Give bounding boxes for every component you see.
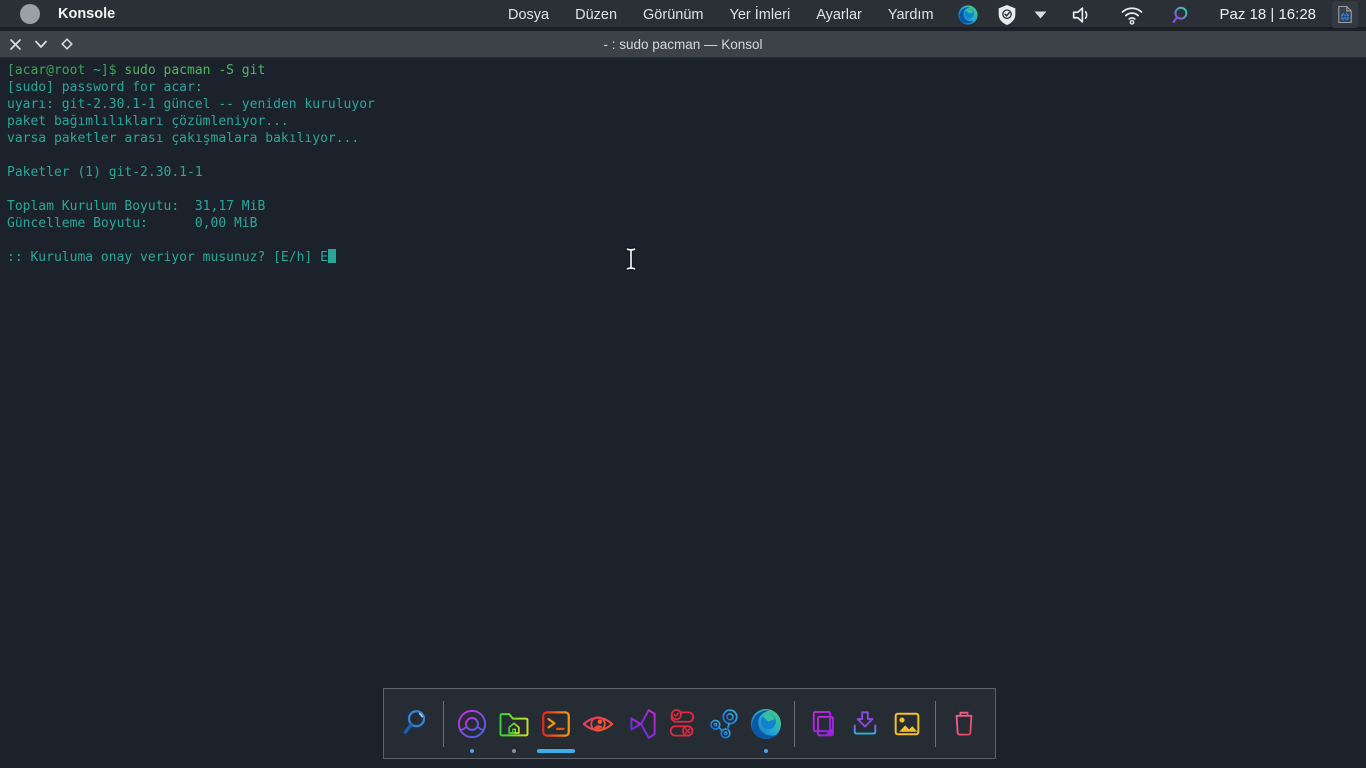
shield-check-icon (998, 4, 1015, 25)
terminal-line: Paketler (1) git-2.30.1-1 (7, 165, 203, 180)
terminal-cursor (327, 249, 336, 263)
window-titlebar: - : sudo pacman — Konsol (0, 31, 1366, 58)
running-indicator-dot (470, 748, 474, 753)
chevron-down-icon (35, 40, 47, 48)
menu-item-3[interactable]: Yer İmleri (729, 7, 790, 23)
dock-downloads[interactable] (846, 693, 884, 755)
search-magnifier-icon (1172, 6, 1187, 23)
mouse-ibeam-cursor (623, 246, 639, 272)
tray-expander[interactable] (1033, 0, 1048, 29)
terminal-line: [sudo] password for acar: (7, 80, 203, 95)
window-controls (7, 36, 75, 52)
terminal-output: [acar@root ~]$ sudo pacman -S git [sudo]… (0, 59, 1366, 266)
edge-browser-tray-icon[interactable] (957, 0, 979, 29)
terminal-line: paket bağımlılıkları çözümleniyor... (7, 114, 289, 129)
visual-studio-icon (630, 708, 656, 739)
image-icon (894, 712, 920, 735)
focused-app: Konsole (20, 3, 116, 24)
maximize-window-button[interactable] (59, 36, 75, 52)
menu-item-4[interactable]: Ayarlar (816, 7, 862, 23)
steam-icon (710, 708, 738, 739)
terminal-view[interactable]: [acar@root ~]$ sudo pacman -S git [sudo]… (0, 59, 1366, 768)
chevron-down-icon (1034, 11, 1047, 18)
terminal-line: [acar@root ~]$ sudo pacman -S git (7, 63, 266, 78)
dock-steam[interactable] (705, 693, 743, 755)
eye-icon (582, 715, 614, 732)
terminal-line: uyarı: git-2.30.1-1 güncel -- yeniden ku… (7, 97, 375, 112)
search-icon (403, 709, 426, 734)
dock-separator (935, 700, 936, 747)
dock-trash[interactable] (945, 693, 983, 755)
shade-window-button[interactable] (33, 36, 49, 52)
close-icon (9, 38, 21, 50)
diamond-icon (61, 38, 73, 50)
shield-check-tray-icon[interactable] (997, 0, 1017, 29)
dock-file-manager[interactable] (495, 693, 533, 755)
terminal-line: Güncelleme Boyutu: 0,00 MiB (7, 216, 258, 231)
terminal-line: varsa paketler arası çakışmalara bakılıy… (7, 131, 360, 146)
global-menubar: Dosya Düzen Görünüm Yer İmleri Ayarlar Yardım (508, 0, 934, 29)
active-indicator-bar (537, 748, 575, 753)
dock-terminal-konsole[interactable] (537, 693, 575, 755)
terminal-line: :: Kuruluma onay veriyor musunuz? [E/h] … (7, 249, 336, 265)
volume-tray-icon[interactable] (1070, 0, 1092, 29)
terminal-icon (542, 710, 570, 737)
dock-toggles-settings[interactable] (663, 693, 701, 755)
window-title: - : sudo pacman — Konsol (603, 36, 763, 52)
top-panel: Konsole Dosya Düzen Görünüm Yer İmleri Ayarl… (0, 0, 1366, 29)
running-indicator-dot (764, 748, 768, 753)
dock-edge-browser[interactable] (747, 693, 785, 755)
menu-item-1[interactable]: Düzen (575, 7, 617, 23)
menu-item-2[interactable]: Görünüm (643, 7, 703, 23)
corner-document-chip[interactable] (1332, 1, 1358, 28)
clock[interactable]: Paz 18 | 16:28 (1220, 6, 1316, 23)
document-globe-icon (1338, 5, 1352, 24)
dock-chromium-browser[interactable] (453, 693, 491, 755)
dock-separator (443, 700, 444, 747)
search-tray-icon[interactable] (1170, 0, 1190, 29)
chromium-icon (457, 709, 487, 738)
dock-eye-image-viewer[interactable] (579, 693, 617, 755)
wifi-icon (1121, 7, 1142, 25)
dock-visual-studio[interactable] (621, 693, 659, 755)
running-indicator-dot (512, 748, 516, 753)
terminal-line: Toplam Kurulum Boyutu: 31,17 MiB (7, 199, 266, 214)
menu-item-5[interactable]: Yardım (888, 7, 934, 23)
dock-image-gallery[interactable] (888, 693, 926, 755)
volume-icon (1072, 6, 1087, 23)
trash-icon (953, 711, 975, 736)
app-title: Konsole (58, 5, 116, 22)
dock-copy-pages[interactable] (804, 693, 842, 755)
close-window-button[interactable] (7, 36, 23, 52)
edge-icon (750, 708, 782, 739)
menu-item-0[interactable]: Dosya (508, 7, 549, 23)
dock-search-launcher[interactable] (396, 693, 434, 755)
wifi-tray-icon[interactable] (1120, 0, 1144, 29)
download-icon (853, 710, 877, 735)
toggles-icon (669, 708, 695, 737)
system-tray: Paz 18 | 16:28 (957, 0, 1358, 29)
dock-panel (383, 688, 996, 759)
edge-icon (957, 4, 978, 25)
dock-separator (794, 700, 795, 747)
folder-home-icon (499, 712, 529, 736)
app-icon (20, 3, 40, 24)
copy-pages-icon (812, 710, 834, 736)
